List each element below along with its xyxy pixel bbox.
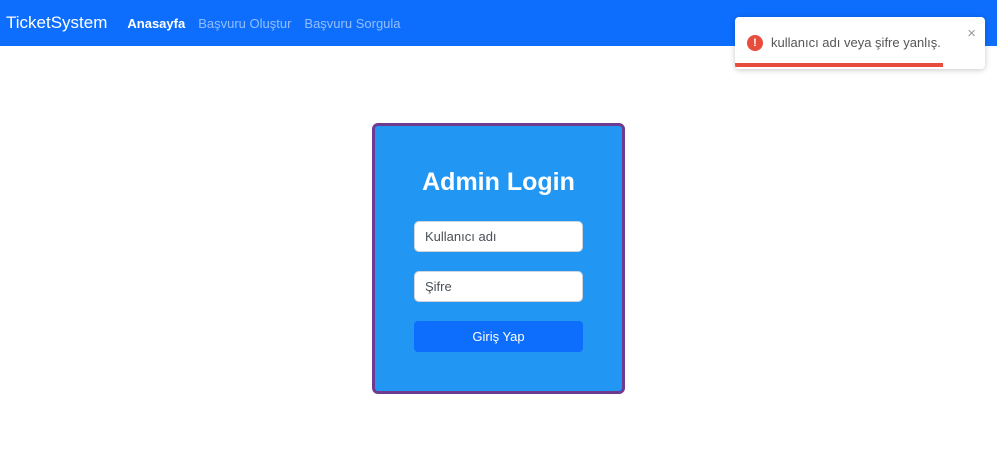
close-icon[interactable]: × [967, 26, 976, 41]
username-input[interactable] [414, 221, 583, 252]
brand-link[interactable]: TicketSystem [6, 13, 107, 33]
login-card: Admin Login Giriş Yap [372, 123, 625, 394]
toast-progress-bar [735, 63, 943, 67]
error-toast: ! kullanıcı adı veya şifre yanlış. × [735, 17, 985, 69]
nav-link-basvuru-sorgula[interactable]: Başvuru Sorgula [304, 16, 400, 31]
error-icon: ! [747, 35, 763, 51]
nav-link-basvuru-olustur[interactable]: Başvuru Oluştur [198, 16, 291, 31]
password-input[interactable] [414, 271, 583, 302]
nav-link-anasayfa[interactable]: Anasayfa [127, 16, 185, 31]
toast-message: kullanıcı adı veya şifre yanlış. [771, 35, 941, 50]
login-title: Admin Login [422, 168, 575, 196]
login-button[interactable]: Giriş Yap [414, 321, 583, 352]
